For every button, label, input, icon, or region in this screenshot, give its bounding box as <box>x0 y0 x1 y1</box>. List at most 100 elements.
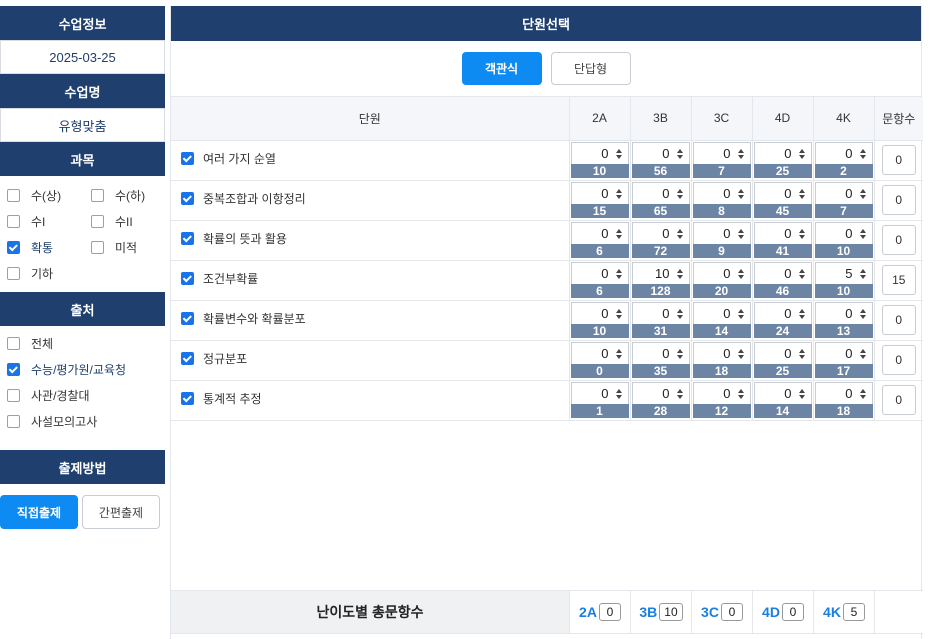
unit-checkbox[interactable] <box>181 191 194 205</box>
stepper-arrows-icon[interactable] <box>673 308 687 319</box>
question-count-stepper[interactable]: 0 <box>753 262 812 284</box>
question-count-stepper[interactable]: 0 <box>814 142 873 164</box>
increment-arrow-icon[interactable] <box>676 228 683 233</box>
stepper-arrows-icon[interactable] <box>734 308 748 319</box>
decrement-arrow-icon[interactable] <box>798 354 805 359</box>
question-count-stepper[interactable]: 0 <box>814 222 873 244</box>
question-count-stepper[interactable]: 0 <box>692 342 751 364</box>
increment-arrow-icon[interactable] <box>798 188 805 193</box>
unit-option[interactable]: 확률의 뜻과 활용 <box>181 230 569 247</box>
subject-option[interactable]: 수(상) <box>7 186 91 204</box>
stepper-value[interactable]: 0 <box>784 306 794 321</box>
stepper-value[interactable]: 0 <box>784 386 794 401</box>
stepper-arrows-icon[interactable] <box>795 348 809 359</box>
question-count-stepper[interactable]: 0 <box>631 382 690 404</box>
question-count-stepper[interactable]: 0 <box>692 142 751 164</box>
unit-checkbox[interactable] <box>181 271 194 285</box>
increment-arrow-icon[interactable] <box>798 228 805 233</box>
subject-option[interactable]: 확통 <box>7 238 91 256</box>
simple-create-button[interactable]: 간편출제 <box>82 495 160 529</box>
stepper-value[interactable]: 0 <box>662 346 672 361</box>
unit-option[interactable]: 정규분포 <box>181 350 569 367</box>
question-count-stepper[interactable]: 0 <box>570 302 629 324</box>
question-count-stepper[interactable]: 0 <box>753 382 812 404</box>
question-count-stepper[interactable]: 0 <box>570 142 629 164</box>
stepper-value[interactable]: 0 <box>723 186 733 201</box>
stepper-arrows-icon[interactable] <box>734 268 748 279</box>
stepper-value[interactable]: 0 <box>601 226 611 241</box>
decrement-arrow-icon[interactable] <box>798 274 805 279</box>
decrement-arrow-icon[interactable] <box>737 314 744 319</box>
increment-arrow-icon[interactable] <box>859 148 866 153</box>
unit-option[interactable]: 여러 가지 순열 <box>181 150 569 167</box>
decrement-arrow-icon[interactable] <box>615 234 622 239</box>
question-count-stepper[interactable]: 0 <box>814 182 873 204</box>
question-count-stepper[interactable]: 0 <box>631 182 690 204</box>
question-count-stepper[interactable]: 0 <box>631 302 690 324</box>
stepper-value[interactable]: 0 <box>723 266 733 281</box>
decrement-arrow-icon[interactable] <box>737 354 744 359</box>
stepper-value[interactable]: 0 <box>784 346 794 361</box>
source-option[interactable]: 전체 <box>7 334 165 352</box>
increment-arrow-icon[interactable] <box>676 308 683 313</box>
stepper-value[interactable]: 0 <box>845 186 855 201</box>
stepper-value[interactable]: 0 <box>845 386 855 401</box>
question-count-stepper[interactable]: 0 <box>692 302 751 324</box>
decrement-arrow-icon[interactable] <box>615 154 622 159</box>
decrement-arrow-icon[interactable] <box>676 234 683 239</box>
subject-option[interactable]: 수II <box>91 212 171 230</box>
direct-create-button[interactable]: 직접출제 <box>0 495 78 529</box>
stepper-value[interactable]: 0 <box>784 266 794 281</box>
increment-arrow-icon[interactable] <box>737 188 744 193</box>
stepper-arrows-icon[interactable] <box>734 148 748 159</box>
question-count-stepper[interactable]: 0 <box>570 182 629 204</box>
subject-option[interactable]: 수(하) <box>91 186 171 204</box>
increment-arrow-icon[interactable] <box>859 268 866 273</box>
increment-arrow-icon[interactable] <box>676 268 683 273</box>
decrement-arrow-icon[interactable] <box>859 194 866 199</box>
class-name-field[interactable]: 유형맞춤 <box>0 108 165 142</box>
decrement-arrow-icon[interactable] <box>615 394 622 399</box>
stepper-value[interactable]: 0 <box>784 186 794 201</box>
stepper-arrows-icon[interactable] <box>612 268 626 279</box>
decrement-arrow-icon[interactable] <box>737 154 744 159</box>
increment-arrow-icon[interactable] <box>859 388 866 393</box>
stepper-value[interactable]: 0 <box>601 146 611 161</box>
increment-arrow-icon[interactable] <box>676 188 683 193</box>
unit-checkbox[interactable] <box>181 391 194 405</box>
increment-arrow-icon[interactable] <box>615 188 622 193</box>
unit-checkbox[interactable] <box>181 151 194 165</box>
decrement-arrow-icon[interactable] <box>737 274 744 279</box>
stepper-arrows-icon[interactable] <box>673 148 687 159</box>
increment-arrow-icon[interactable] <box>615 228 622 233</box>
stepper-value[interactable]: 0 <box>723 386 733 401</box>
question-count-stepper[interactable]: 0 <box>753 142 812 164</box>
checkbox[interactable] <box>7 414 20 428</box>
question-count-stepper[interactable]: 0 <box>631 342 690 364</box>
stepper-arrows-icon[interactable] <box>856 268 870 279</box>
class-date-field[interactable]: 2025-03-25 <box>0 40 165 74</box>
unit-checkbox[interactable] <box>181 351 194 365</box>
checkbox[interactable] <box>7 240 20 254</box>
decrement-arrow-icon[interactable] <box>737 394 744 399</box>
stepper-arrows-icon[interactable] <box>734 188 748 199</box>
stepper-value[interactable]: 0 <box>601 186 611 201</box>
stepper-arrows-icon[interactable] <box>673 388 687 399</box>
stepper-value[interactable]: 0 <box>662 186 672 201</box>
decrement-arrow-icon[interactable] <box>676 394 683 399</box>
increment-arrow-icon[interactable] <box>737 148 744 153</box>
decrement-arrow-icon[interactable] <box>859 394 866 399</box>
stepper-arrows-icon[interactable] <box>856 348 870 359</box>
checkbox[interactable] <box>91 214 104 228</box>
question-count-stepper[interactable]: 0 <box>570 262 629 284</box>
stepper-arrows-icon[interactable] <box>673 268 687 279</box>
checkbox[interactable] <box>91 188 104 202</box>
stepper-arrows-icon[interactable] <box>856 188 870 199</box>
decrement-arrow-icon[interactable] <box>615 274 622 279</box>
subject-option[interactable]: 미적 <box>91 238 171 256</box>
stepper-value[interactable]: 0 <box>845 226 855 241</box>
question-count-stepper[interactable]: 0 <box>631 142 690 164</box>
stepper-value[interactable]: 0 <box>723 146 733 161</box>
decrement-arrow-icon[interactable] <box>798 154 805 159</box>
increment-arrow-icon[interactable] <box>676 348 683 353</box>
